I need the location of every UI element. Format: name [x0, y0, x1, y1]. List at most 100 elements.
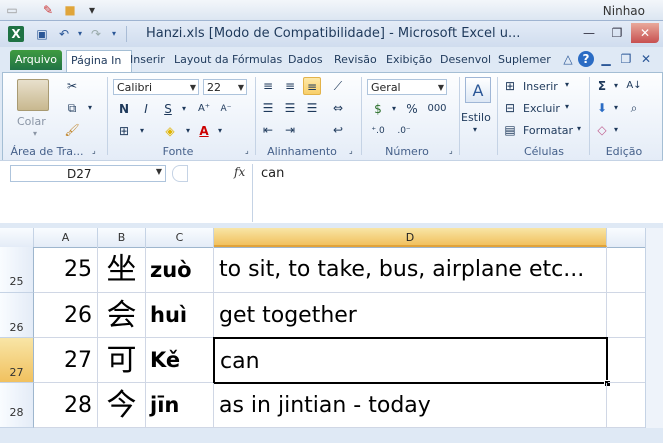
- workbook-close-icon[interactable]: ✕: [638, 51, 654, 67]
- row-header[interactable]: 28: [0, 383, 34, 428]
- cell-e27[interactable]: [608, 338, 646, 383]
- borders-dropdown-icon[interactable]: ▾: [133, 122, 151, 140]
- cell-e26[interactable]: [607, 293, 646, 338]
- styles-button[interactable]: Estilo: [461, 111, 491, 124]
- copy-dropdown-icon[interactable]: ▾: [81, 99, 99, 117]
- select-all-corner[interactable]: [0, 228, 34, 247]
- increase-indent-icon[interactable]: ⇥: [281, 121, 299, 139]
- align-right-icon[interactable]: ☰: [303, 99, 321, 117]
- align-middle-icon[interactable]: ≡: [281, 77, 299, 95]
- insert-cells-icon[interactable]: ⊞: [501, 77, 519, 95]
- column-header-a[interactable]: A: [34, 228, 98, 247]
- active-cell-d27[interactable]: can: [213, 337, 608, 384]
- cell-c26[interactable]: huì: [146, 293, 214, 338]
- borders-icon[interactable]: ⊞: [115, 122, 133, 140]
- cell-b26[interactable]: 会: [98, 293, 146, 338]
- cell-d25[interactable]: to sit, to take, bus, airplane etc...: [214, 247, 607, 293]
- fill-dropdown-icon[interactable]: ▾: [607, 99, 625, 117]
- align-center-icon[interactable]: ☰: [281, 99, 299, 117]
- merge-center-icon[interactable]: ⇔: [329, 99, 347, 117]
- font-launcher-icon[interactable]: ⌟: [245, 146, 249, 155]
- tab-insert[interactable]: Inserir: [126, 50, 176, 70]
- restore-button[interactable]: ❐: [603, 23, 631, 43]
- orientation-icon[interactable]: ⟋: [329, 77, 347, 95]
- redo-icon[interactable]: ↷: [88, 26, 104, 42]
- number-launcher-icon[interactable]: ⌟: [449, 146, 453, 155]
- grow-font-icon[interactable]: A⁺: [195, 100, 213, 118]
- decrease-indent-icon[interactable]: ⇤: [259, 121, 277, 139]
- tab-page-layout[interactable]: Layout da: [170, 50, 230, 70]
- delete-dropdown-icon[interactable]: ▾: [565, 102, 569, 111]
- insert-function-button[interactable]: fx: [234, 165, 245, 179]
- chevron-down-icon[interactable]: ▼: [190, 80, 196, 96]
- cell-d26[interactable]: get together: [214, 293, 607, 338]
- formula-bar-handle-icon[interactable]: [172, 165, 188, 182]
- formula-input[interactable]: can: [261, 166, 284, 181]
- percent-icon[interactable]: %: [403, 100, 421, 118]
- column-header-d[interactable]: D: [214, 228, 607, 247]
- customize-qat-icon[interactable]: ▾: [106, 26, 122, 42]
- cell-a28[interactable]: 28: [34, 383, 98, 428]
- tab-review[interactable]: Revisão: [330, 50, 386, 70]
- cell-d28[interactable]: as in jintian - today: [214, 383, 607, 428]
- row-header-selected[interactable]: 27: [0, 338, 34, 383]
- column-header-c[interactable]: C: [146, 228, 214, 247]
- tab-view[interactable]: Exibição: [382, 50, 440, 70]
- close-button[interactable]: ✕: [631, 23, 659, 43]
- cell-a27[interactable]: 27: [34, 338, 98, 383]
- help-icon[interactable]: ?: [578, 51, 594, 67]
- paste-button[interactable]: Colar: [17, 115, 46, 128]
- workbook-restore-icon[interactable]: ❐: [618, 51, 634, 67]
- align-bottom-icon[interactable]: ≡: [303, 77, 321, 95]
- cut-icon[interactable]: ✂: [63, 77, 81, 95]
- delete-cells-button[interactable]: Excluir: [523, 102, 560, 115]
- excel-app-icon[interactable]: X: [8, 26, 24, 42]
- undo-dropdown-icon[interactable]: ▾: [72, 26, 88, 42]
- workbook-minimize-icon[interactable]: ▁: [598, 51, 614, 67]
- cell-e25[interactable]: [607, 247, 646, 293]
- tab-addins[interactable]: Suplemer: [494, 50, 552, 70]
- cell-b25[interactable]: 坐: [98, 247, 146, 293]
- tab-data[interactable]: Dados: [284, 50, 332, 70]
- delete-cells-icon[interactable]: ⊟: [501, 99, 519, 117]
- increase-decimal-icon[interactable]: ⁺.0: [369, 122, 387, 140]
- underline-dropdown-icon[interactable]: ▾: [175, 100, 193, 118]
- cell-c27[interactable]: Kě: [146, 338, 214, 383]
- row-header[interactable]: 25: [0, 247, 34, 293]
- decrease-decimal-icon[interactable]: .0⁻: [395, 122, 413, 140]
- column-header-next[interactable]: [607, 228, 646, 247]
- alignment-launcher-icon[interactable]: ⌟: [349, 146, 353, 155]
- tab-developer[interactable]: Desenvol: [436, 50, 498, 70]
- shrink-font-icon[interactable]: A⁻: [217, 100, 235, 118]
- format-cells-button[interactable]: Formatar: [523, 124, 573, 137]
- sort-filter-icon[interactable]: A↓: [625, 77, 643, 95]
- column-header-b[interactable]: B: [98, 228, 146, 247]
- font-color-dropdown-icon[interactable]: ▾: [211, 122, 229, 140]
- format-painter-icon[interactable]: 🖌: [63, 121, 81, 139]
- align-left-icon[interactable]: ☰: [259, 99, 277, 117]
- name-box-dropdown-icon[interactable]: ▼: [156, 167, 162, 176]
- save-icon[interactable]: ▣: [34, 26, 50, 42]
- find-select-icon[interactable]: ⌕: [625, 99, 643, 117]
- minimize-button[interactable]: —: [575, 23, 603, 43]
- insert-cells-button[interactable]: Inserir: [523, 80, 558, 93]
- cell-a25[interactable]: 25: [34, 247, 98, 293]
- cell-c28[interactable]: jīn: [146, 383, 214, 428]
- row-header[interactable]: 26: [0, 293, 34, 338]
- cell-b28[interactable]: 今: [98, 383, 146, 428]
- font-name-combo[interactable]: Calibri ▼: [113, 79, 199, 95]
- copy-icon[interactable]: ⧉: [63, 99, 81, 117]
- align-top-icon[interactable]: ≡: [259, 77, 277, 95]
- styles-dropdown-icon[interactable]: ▾: [473, 125, 477, 134]
- thousands-separator-button[interactable]: 000: [425, 100, 449, 118]
- name-box[interactable]: D27 ▼: [10, 165, 166, 182]
- paste-icon[interactable]: [17, 79, 49, 111]
- insert-dropdown-icon[interactable]: ▾: [565, 80, 569, 89]
- vertical-scrollbar[interactable]: [645, 228, 663, 428]
- wrap-text-icon[interactable]: ↩: [329, 121, 347, 139]
- cell-b27[interactable]: 可: [98, 338, 146, 383]
- font-size-combo[interactable]: 22 ▼: [203, 79, 247, 95]
- undo-icon[interactable]: ↶: [56, 26, 72, 42]
- clipboard-launcher-icon[interactable]: ⌟: [92, 146, 96, 155]
- format-dropdown-icon[interactable]: ▾: [577, 124, 581, 133]
